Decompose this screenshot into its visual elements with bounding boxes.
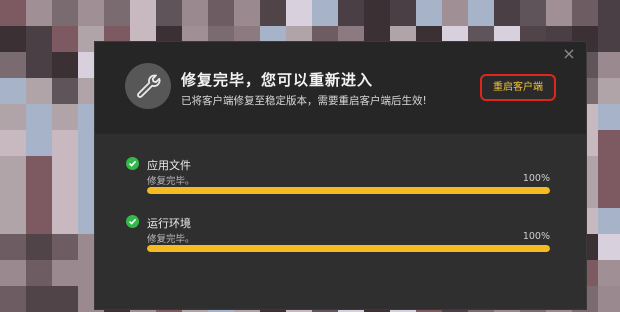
background-pixel bbox=[260, 0, 286, 26]
background-pixel bbox=[26, 0, 52, 26]
background-pixel bbox=[52, 104, 78, 130]
check-icon bbox=[126, 157, 139, 170]
progress-fill bbox=[147, 187, 550, 194]
repair-dialog: 修复完毕，您可以重新进入 已将客户端修复至稳定版本，需要重启客户端后生效! 重启… bbox=[95, 42, 586, 309]
background-pixel bbox=[0, 0, 26, 26]
progress-fill bbox=[147, 245, 550, 252]
background-pixel bbox=[234, 0, 260, 26]
progress-bar bbox=[147, 245, 550, 252]
background-pixel bbox=[26, 130, 52, 156]
background-pixel bbox=[598, 130, 620, 156]
background-pixel bbox=[390, 0, 416, 26]
background-pixel bbox=[312, 0, 338, 26]
background-pixel bbox=[52, 156, 78, 182]
background-pixel bbox=[52, 208, 78, 234]
background-pixel bbox=[0, 156, 26, 182]
background-pixel bbox=[546, 0, 572, 26]
background-pixel bbox=[598, 0, 620, 26]
background-pixel bbox=[52, 52, 78, 78]
background-pixel bbox=[26, 208, 52, 234]
background-pixel bbox=[598, 104, 620, 130]
background-pixel bbox=[598, 182, 620, 208]
background-pixel bbox=[52, 286, 78, 312]
background-pixel bbox=[26, 156, 52, 182]
background-pixel bbox=[26, 182, 52, 208]
background-pixel bbox=[572, 0, 598, 26]
dialog-title: 修复完毕，您可以重新进入 bbox=[181, 71, 374, 89]
background-pixel bbox=[416, 0, 442, 26]
background-pixel bbox=[598, 234, 620, 260]
background-pixel bbox=[52, 234, 78, 260]
background-pixel bbox=[26, 78, 52, 104]
background-pixel bbox=[26, 260, 52, 286]
background-pixel bbox=[52, 78, 78, 104]
background-pixel bbox=[0, 26, 26, 52]
background-pixel bbox=[0, 208, 26, 234]
background-pixel bbox=[598, 260, 620, 286]
wrench-icon bbox=[125, 63, 171, 109]
background-pixel bbox=[52, 182, 78, 208]
background-pixel bbox=[0, 130, 26, 156]
background-pixel bbox=[598, 286, 620, 312]
background-pixel bbox=[104, 0, 130, 26]
background-pixel bbox=[598, 52, 620, 78]
item-status: 修复完毕。 bbox=[147, 176, 195, 187]
background-pixel bbox=[520, 0, 546, 26]
background-pixel bbox=[0, 234, 26, 260]
background-pixel bbox=[286, 0, 312, 26]
background-pixel bbox=[26, 52, 52, 78]
background-pixel bbox=[598, 26, 620, 52]
item-percent: 100% bbox=[522, 231, 550, 242]
background-pixel bbox=[26, 26, 52, 52]
background-pixel bbox=[442, 0, 468, 26]
background-pixel bbox=[494, 0, 520, 26]
background-pixel bbox=[0, 78, 26, 104]
background-pixel bbox=[364, 0, 390, 26]
background-pixel bbox=[0, 182, 26, 208]
background-pixel bbox=[130, 0, 156, 26]
check-icon bbox=[126, 215, 139, 228]
item-percent: 100% bbox=[522, 173, 550, 184]
background-pixel bbox=[208, 0, 234, 26]
background-pixel bbox=[182, 0, 208, 26]
background-pixel bbox=[26, 286, 52, 312]
restart-client-button[interactable]: 重启客户端 bbox=[480, 74, 556, 101]
background-pixel bbox=[78, 0, 104, 26]
dialog-subtitle: 已将客户端修复至稳定版本，需要重启客户端后生效! bbox=[181, 95, 427, 107]
background-pixel bbox=[156, 0, 182, 26]
background-pixel bbox=[0, 104, 26, 130]
background-pixel bbox=[52, 130, 78, 156]
background-pixel bbox=[26, 234, 52, 260]
progress-bar bbox=[147, 187, 550, 194]
background-pixel bbox=[598, 208, 620, 234]
background-pixel bbox=[52, 26, 78, 52]
item-name: 运行环境 bbox=[147, 217, 191, 230]
background-pixel bbox=[0, 286, 26, 312]
item-name: 应用文件 bbox=[147, 159, 191, 172]
background-pixel bbox=[0, 260, 26, 286]
background-pixel bbox=[598, 156, 620, 182]
background-pixel bbox=[598, 78, 620, 104]
background-pixel bbox=[52, 0, 78, 26]
background-pixel bbox=[52, 260, 78, 286]
background-pixel bbox=[338, 0, 364, 26]
item-status: 修复完毕。 bbox=[147, 234, 195, 245]
background-pixel bbox=[0, 52, 26, 78]
background-pixel bbox=[468, 0, 494, 26]
background-pixel bbox=[26, 104, 52, 130]
dialog-header: 修复完毕，您可以重新进入 已将客户端修复至稳定版本，需要重启客户端后生效! 重启… bbox=[95, 42, 586, 134]
close-icon[interactable]: × bbox=[561, 46, 577, 62]
